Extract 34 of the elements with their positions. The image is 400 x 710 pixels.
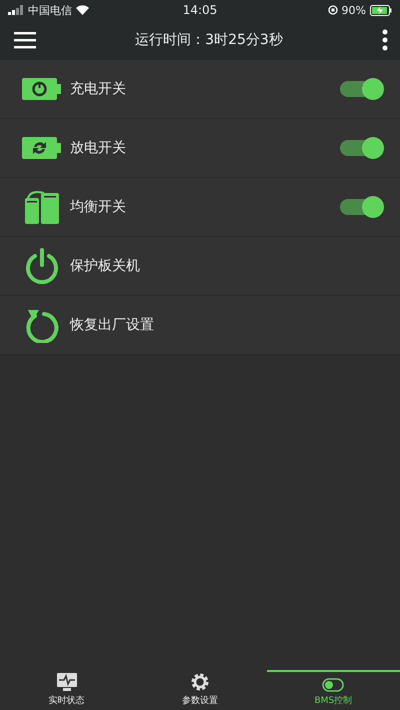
row-label: 充电开关 <box>70 80 127 98</box>
nav-tab[interactable]: BMS控制 <box>266 670 400 710</box>
signal-icon <box>8 5 24 15</box>
nav-tab[interactable]: 参数设置 <box>133 670 267 710</box>
row-label: 保护板关机 <box>70 257 141 275</box>
restore-icon <box>25 307 59 343</box>
battery-percent: 90% <box>342 4 366 16</box>
more-icon[interactable] <box>380 27 390 53</box>
toggle-switch[interactable] <box>340 137 384 159</box>
cycle-battery-icon <box>22 136 62 160</box>
wifi-icon <box>76 5 89 15</box>
toggle-icon <box>322 678 344 692</box>
rotation-lock-icon <box>328 5 338 15</box>
action-row[interactable]: 恢复出厂设置 <box>0 296 400 355</box>
menu-icon[interactable] <box>12 29 38 51</box>
status-time: 14:05 <box>182 3 218 17</box>
switch-row[interactable]: 放电开关 <box>0 119 400 178</box>
switch-row[interactable]: 均衡开关 <box>0 178 400 237</box>
batteries-icon <box>24 190 60 224</box>
power-icon <box>25 248 59 284</box>
charging-battery-icon <box>370 4 392 16</box>
switch-row[interactable]: 充电开关 <box>0 60 400 119</box>
toggle-switch[interactable] <box>340 78 384 100</box>
carrier-name: 中国电信 <box>28 2 72 18</box>
settings-icon <box>190 672 210 692</box>
action-row[interactable]: 保护板关机 <box>0 237 400 296</box>
charging-battery-icon <box>22 77 62 101</box>
row-label: 放电开关 <box>70 139 127 157</box>
row-label: 均衡开关 <box>70 198 127 216</box>
row-label: 恢复出厂设置 <box>70 316 155 334</box>
nav-tab[interactable]: 实时状态 <box>0 670 134 710</box>
runtime-title: 运行时间：3时25分3秒 <box>135 31 283 49</box>
toggle-switch[interactable] <box>340 196 384 218</box>
monitor-icon <box>56 672 78 692</box>
